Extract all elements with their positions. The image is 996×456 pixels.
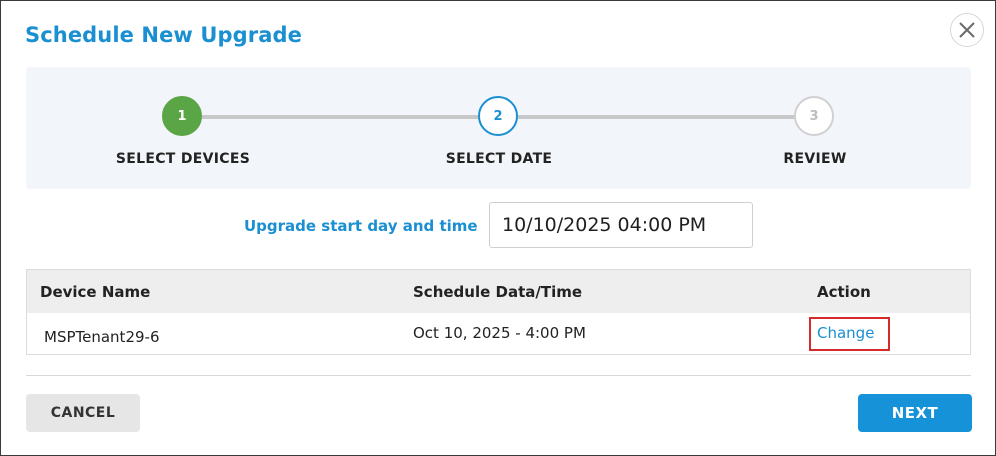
dialog-title: Schedule New Upgrade (25, 23, 302, 47)
progress-stepper: 1 2 3 SELECT DEVICES SELECT DATE REVIEW (26, 67, 971, 189)
step-2-indicator: 2 (478, 96, 518, 136)
change-link[interactable]: Change (817, 324, 874, 342)
upgrade-start-datetime-input[interactable] (489, 202, 753, 248)
upgrade-start-label: Upgrade start day and time (244, 217, 478, 235)
step-1-indicator: 1 (162, 96, 202, 136)
devices-table: Device Name Schedule Data/Time Action MS… (26, 269, 971, 355)
step-3-indicator: 3 (794, 96, 834, 136)
column-header-action: Action (817, 283, 871, 301)
device-name-cell: MSPTenant29-6 (44, 328, 160, 346)
footer-divider (26, 375, 971, 376)
step-3-label: REVIEW (783, 151, 847, 167)
column-header-schedule: Schedule Data/Time (413, 283, 583, 301)
table-header: Device Name Schedule Data/Time Action (27, 270, 970, 313)
schedule-upgrade-dialog: Schedule New Upgrade 1 2 3 SELECT DEVICE… (0, 0, 996, 456)
close-button[interactable] (950, 13, 984, 47)
column-header-device-name: Device Name (40, 283, 151, 301)
cancel-button[interactable]: CANCEL (26, 394, 140, 432)
step-2-label: SELECT DATE (445, 151, 553, 167)
next-button[interactable]: NEXT (858, 394, 972, 432)
stepper-track-1 (202, 115, 480, 119)
close-icon (959, 22, 975, 38)
schedule-cell: Oct 10, 2025 - 4:00 PM (413, 324, 586, 342)
stepper-track-2 (518, 115, 796, 119)
step-1-label: SELECT DEVICES (115, 151, 251, 167)
